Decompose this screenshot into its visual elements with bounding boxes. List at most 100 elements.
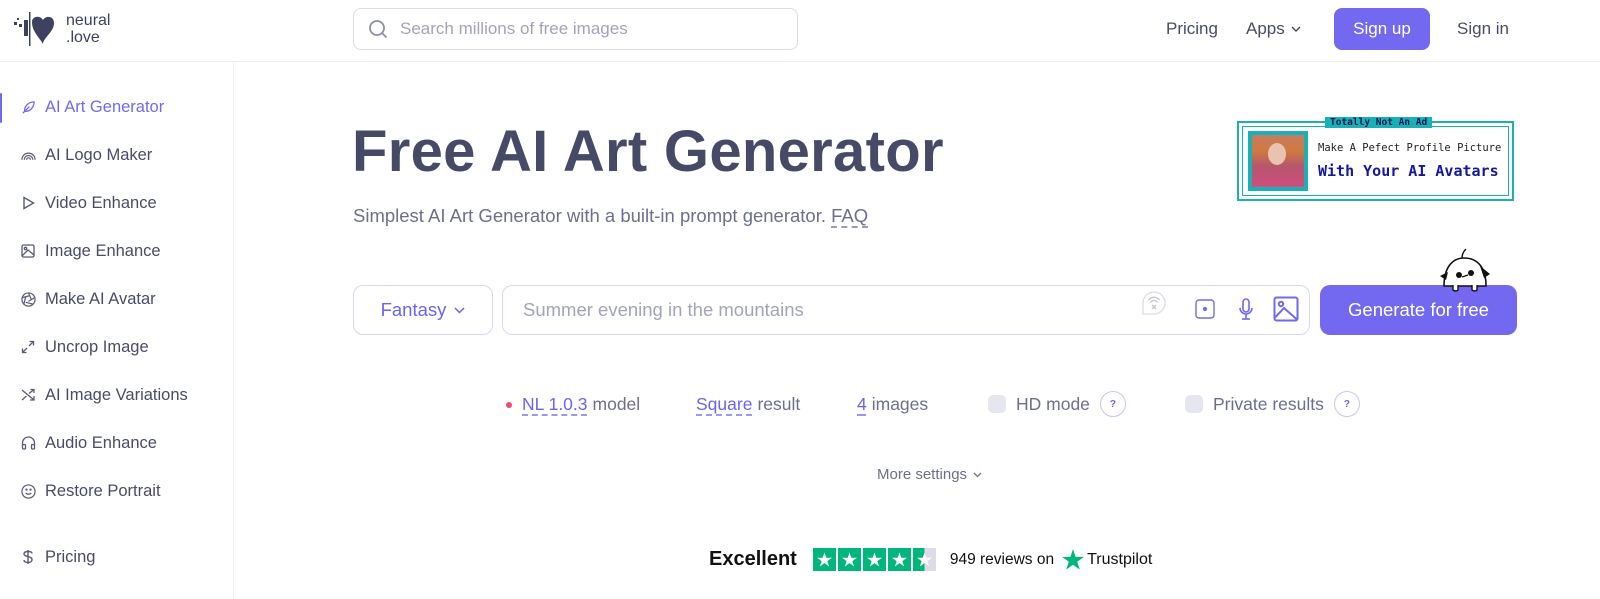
prompt-input[interactable] xyxy=(523,299,1103,321)
sidebar-item-label: AI Art Generator xyxy=(45,97,165,116)
page-title: Free AI Art Generator xyxy=(352,119,944,184)
sidebar-item-pricing[interactable]: Pricing xyxy=(0,537,233,577)
sidebar-item-label: Image Enhance xyxy=(45,241,161,260)
sidebar-item-audio-enhance[interactable]: Audio Enhance xyxy=(0,423,233,463)
expand-icon xyxy=(20,339,36,355)
ad-label: Totally Not An Ad xyxy=(1325,117,1433,128)
prompt-box xyxy=(502,285,1310,335)
sidebar-item-label: Make AI Avatar xyxy=(45,289,156,308)
subtitle-text: Simplest AI Art Generator with a built-i… xyxy=(353,205,827,226)
headphones-icon xyxy=(20,435,36,451)
chevron-down-icon xyxy=(1291,26,1301,32)
sidebar-item-image-enhance[interactable]: Image Enhance xyxy=(0,231,233,271)
chevron-down-icon xyxy=(454,306,465,314)
style-dropdown[interactable]: Fantasy xyxy=(353,285,493,335)
image-upload-icon[interactable] xyxy=(1273,296,1299,322)
chevron-down-icon xyxy=(973,472,982,477)
more-settings-label: More settings xyxy=(877,466,968,483)
logo[interactable]: neural .love xyxy=(12,10,110,48)
ad-banner[interactable]: Totally Not An Ad Make A Pefect Profile … xyxy=(1237,117,1514,201)
generate-label: Generate for free xyxy=(1348,299,1489,320)
trustpilot-widget[interactable]: Excellent 949 reviews on Trustpilot xyxy=(709,548,1152,571)
nav-pricing-label: Pricing xyxy=(1166,19,1218,38)
sidebar-item-label: Uncrop Image xyxy=(45,337,149,356)
nav-apps-dropdown[interactable]: Apps xyxy=(1246,19,1301,39)
image-icon xyxy=(20,243,36,259)
shape-option: Square result xyxy=(696,394,800,415)
feather-icon xyxy=(20,99,36,115)
private-results-checkbox[interactable] xyxy=(1185,395,1203,413)
count-suffix: images xyxy=(871,394,929,414)
sign-in-link[interactable]: Sign in xyxy=(1457,19,1509,39)
ad-portrait-image xyxy=(1252,135,1304,187)
trustpilot-brand: Trustpilot xyxy=(1062,549,1152,570)
sidebar-item-ai-art-generator[interactable]: AI Art Generator xyxy=(0,87,233,127)
trustpilot-star xyxy=(862,548,886,571)
hd-mode-checkbox[interactable] xyxy=(988,395,1006,413)
logo-text: neural .love xyxy=(66,12,110,46)
model-suffix: model xyxy=(592,394,641,414)
sign-up-button[interactable]: Sign up xyxy=(1334,8,1430,50)
smile-icon xyxy=(20,483,36,499)
search-bar[interactable] xyxy=(353,8,798,50)
logo-line1: neural xyxy=(66,12,111,29)
random-prompt-dice-icon[interactable] xyxy=(1195,299,1215,319)
hd-mode-option: HD mode ? xyxy=(988,391,1126,417)
rainbow-icon xyxy=(20,147,36,163)
sign-in-label: Sign in xyxy=(1457,19,1509,38)
heart-logo-icon xyxy=(14,12,54,46)
microphone-icon[interactable] xyxy=(1238,298,1254,322)
status-dot xyxy=(506,401,512,408)
dollar-icon xyxy=(20,549,36,565)
faq-link[interactable]: FAQ xyxy=(831,205,868,226)
trustpilot-review-count: 949 reviews on xyxy=(949,550,1055,568)
count-option: 4 images xyxy=(857,394,928,415)
ad-inner: Make A Pefect Profile Picture With Your … xyxy=(1242,126,1509,196)
ad-text: Make A Pefect Profile Picture With Your … xyxy=(1318,142,1501,180)
trustpilot-star-icon xyxy=(1062,549,1085,570)
sidebar-item-label: AI Logo Maker xyxy=(45,145,153,164)
more-settings-toggle[interactable]: More settings xyxy=(877,466,982,483)
style-label: Fantasy xyxy=(380,299,447,320)
play-icon xyxy=(20,195,36,211)
sidebar-item-label: Pricing xyxy=(45,547,96,566)
trustpilot-star xyxy=(837,548,861,571)
trustpilot-brand-name: Trustpilot xyxy=(1087,550,1153,568)
model-option: NL 1.0.3 model xyxy=(506,394,640,415)
nav-apps-label: Apps xyxy=(1246,19,1285,38)
search-input[interactable] xyxy=(400,19,760,39)
sidebar-item-video-enhance[interactable]: Video Enhance xyxy=(0,183,233,223)
ad-line1: Make A Pefect Profile Picture xyxy=(1318,142,1502,154)
trustpilot-rating-text: Excellent xyxy=(709,548,797,570)
logo-line2: .love xyxy=(66,29,100,46)
shape-selector-link[interactable]: Square xyxy=(696,394,752,415)
sidebar-item-uncrop-image[interactable]: Uncrop Image xyxy=(0,327,233,367)
private-results-help-icon[interactable]: ? xyxy=(1333,391,1360,417)
count-selector-link[interactable]: 4 xyxy=(857,394,867,415)
trustpilot-star xyxy=(812,548,836,571)
hd-mode-label: HD mode xyxy=(1016,393,1090,414)
sidebar-item-label: AI Image Variations xyxy=(45,385,188,404)
trustpilot-star xyxy=(912,548,936,571)
ad-line2: With Your AI Avatars xyxy=(1318,162,1499,180)
ad-avatar-thumbnail xyxy=(1248,131,1308,191)
sidebar-item-restore-portrait[interactable]: Restore Portrait xyxy=(0,471,233,511)
model-selector-link[interactable]: NL 1.0.3 xyxy=(522,394,588,415)
shape-suffix: result xyxy=(757,394,801,414)
sidebar-item-label: Video Enhance xyxy=(45,193,157,212)
sidebar-item-make-ai-avatar[interactable]: Make AI Avatar xyxy=(0,279,233,319)
nav-pricing-link[interactable]: Pricing xyxy=(1166,19,1218,39)
trustpilot-stars xyxy=(812,548,936,571)
offline-speech-bubble-icon[interactable] xyxy=(1139,290,1169,318)
sidebar-item-ai-image-variations[interactable]: AI Image Variations xyxy=(0,375,233,415)
hd-mode-help-icon[interactable]: ? xyxy=(1099,391,1126,417)
sidebar-item-label: Audio Enhance xyxy=(45,433,157,452)
aperture-icon xyxy=(20,291,36,307)
mascot-icon xyxy=(1436,248,1496,297)
top-header: neural .love Pricing Apps Sign up Sign i… xyxy=(0,0,1600,62)
sidebar-item-label: Restore Portrait xyxy=(45,481,161,500)
trustpilot-star xyxy=(887,548,911,571)
sidebar: AI Art Generator AI Logo Maker Video Enh… xyxy=(0,63,234,599)
shuffle-icon xyxy=(20,387,36,403)
sidebar-item-ai-logo-maker[interactable]: AI Logo Maker xyxy=(0,135,233,175)
